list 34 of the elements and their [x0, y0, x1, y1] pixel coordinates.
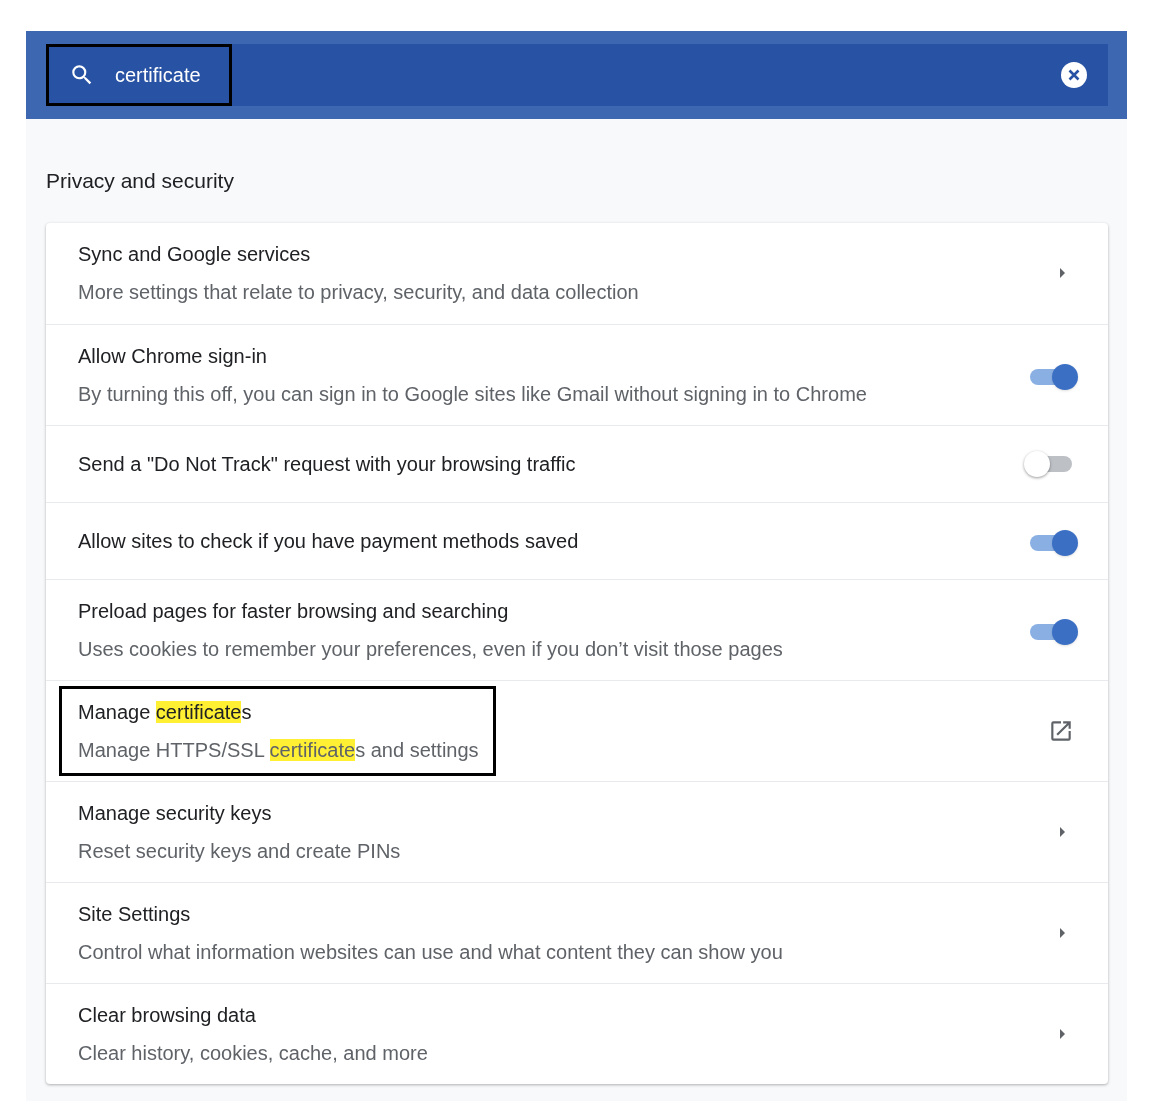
setting-row[interactable]: Sync and Google services More settings that relate to privacy, security, and data collection — [46, 222, 1108, 324]
setting-description: Control what information websites can use and what content they can show you — [78, 939, 783, 965]
setting-description: Manage HTTPS/SSL certificates and settings — [78, 737, 479, 763]
search-query: certificate — [115, 63, 201, 88]
setting-row[interactable]: Clear browsing data Clear history, cookies, cache, and more — [46, 982, 1108, 1084]
setting-row[interactable]: Manage certificates Manage HTTPS/SSL certificates and settings — [46, 679, 1108, 781]
setting-description: Reset security keys and create PINs — [78, 838, 401, 864]
setting-row[interactable]: Preload pages for faster browsing and searching Uses cookies to remember your preferences, even if you don’t visit those pages — [46, 578, 1108, 680]
setting-row[interactable]: Site Settings Control what information websites can use and what content they can show you — [46, 881, 1108, 983]
setting-title: Manage certificates — [78, 699, 253, 725]
toggle-switch[interactable] — [1024, 450, 1074, 477]
search-field[interactable]: certificate — [46, 44, 232, 106]
setting-row[interactable]: Manage security keys Reset security keys and create PINs — [46, 780, 1108, 882]
setting-description: By turning this off, you can sign in to Google sites like Gmail without signing in to Chrome — [78, 381, 867, 407]
setting-description: Uses cookies to remember your preferences, even if you don’t visit those pages — [78, 636, 783, 662]
setting-row[interactable]: Allow Chrome sign-in By turning this off, you can sign in to Google sites like Gmail without signing in to Chrome — [46, 323, 1108, 425]
setting-title: Allow Chrome sign-in — [78, 343, 268, 369]
section-title: Privacy and security — [46, 168, 235, 194]
setting-description: More settings that relate to privacy, security, and data collection — [78, 280, 639, 305]
setting-row[interactable]: Allow sites to check if you have payment methods saved — [46, 501, 1108, 579]
caret-right-icon[interactable] — [1058, 267, 1066, 279]
caret-right-icon[interactable] — [1058, 1027, 1066, 1040]
clear-search-icon[interactable] — [1060, 61, 1088, 89]
setting-title: Send a "Do Not Track" request with your browsing traffic — [78, 451, 576, 477]
setting-title: Preload pages for faster browsing and searching — [78, 598, 510, 624]
setting-title: Allow sites to check if you have payment methods saved — [78, 528, 579, 554]
setting-title: Clear browsing data — [78, 1002, 257, 1028]
caret-right-icon[interactable] — [1058, 825, 1066, 838]
setting-title: Sync and Google services — [78, 242, 312, 267]
caret-right-icon[interactable] — [1058, 926, 1066, 939]
setting-title: Site Settings — [78, 901, 192, 927]
setting-description: Clear history, cookies, cache, and more — [78, 1040, 428, 1066]
setting-title: Manage security keys — [78, 800, 273, 826]
setting-row[interactable]: Send a "Do Not Track" request with your browsing traffic — [46, 424, 1108, 502]
